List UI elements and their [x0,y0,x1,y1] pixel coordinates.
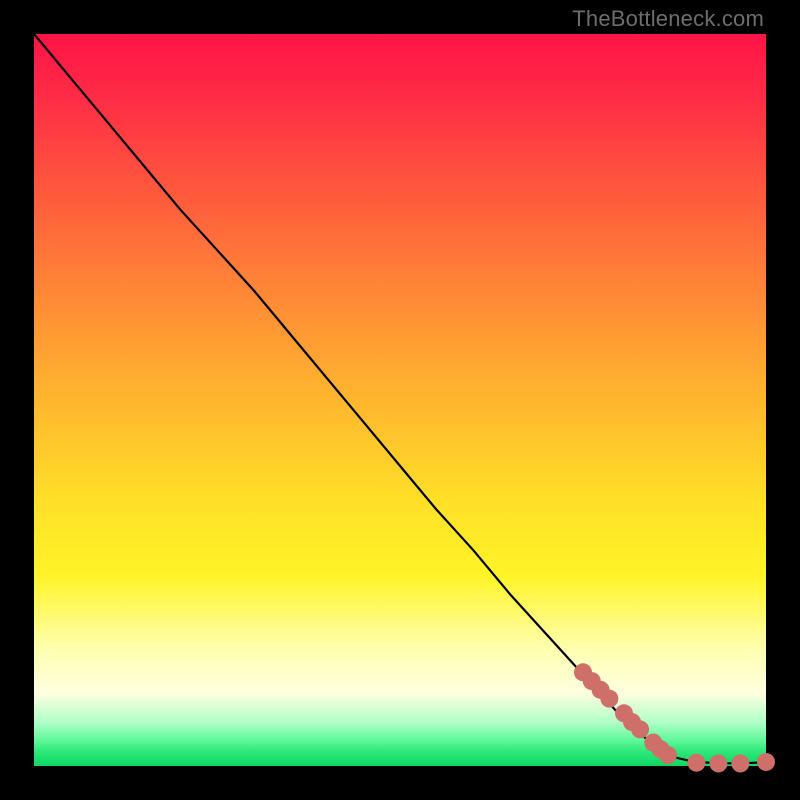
curve-line [34,34,766,763]
marker-dot [659,746,677,764]
chart-overlay [34,34,766,766]
chart-frame: TheBottleneck.com [0,0,800,800]
marker-dot [731,754,749,772]
marker-dot [600,690,618,708]
marker-dot [631,720,649,738]
attribution-label: TheBottleneck.com [572,6,764,32]
marker-dot [687,754,705,772]
marker-dot [757,753,775,771]
highlight-markers [574,663,775,772]
marker-dot [709,754,727,772]
